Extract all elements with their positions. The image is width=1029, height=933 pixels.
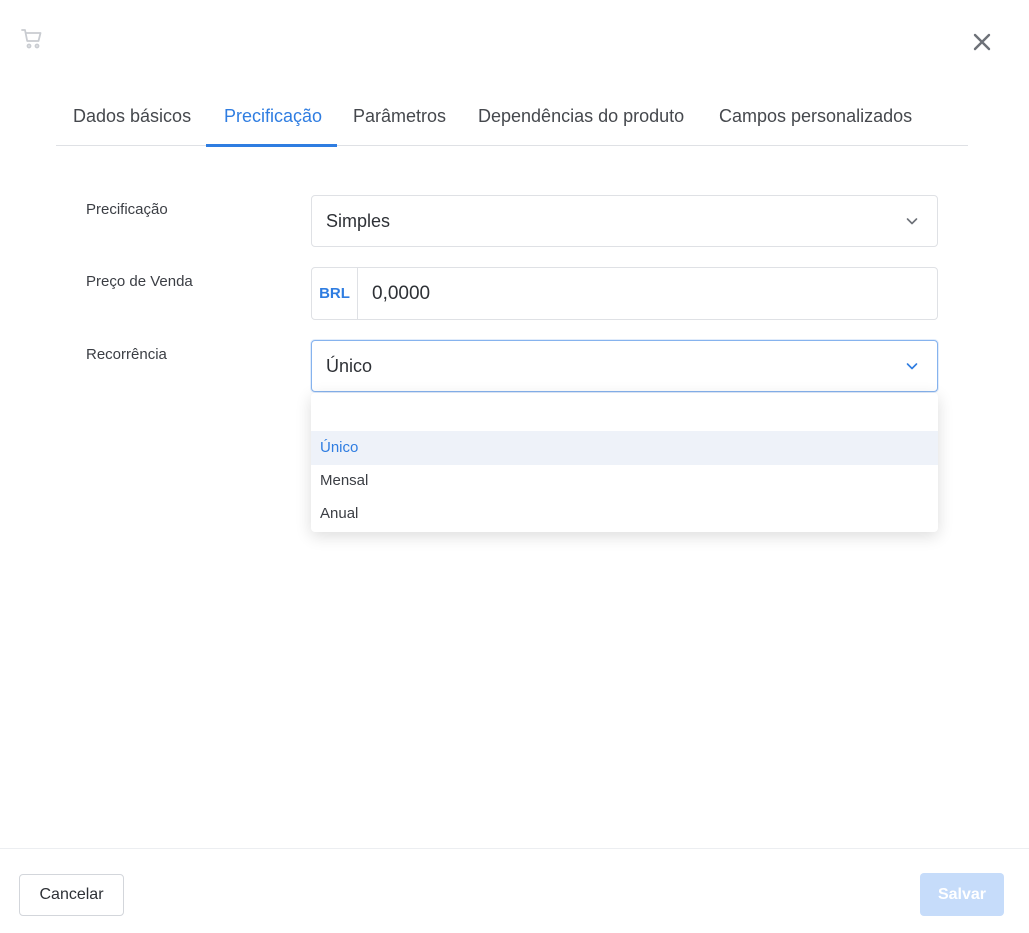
recurrence-select[interactable]: Único (311, 340, 938, 392)
pricing-select-value: Simples (326, 211, 391, 231)
footer-divider (0, 848, 1029, 933)
tab-dependencias-produto[interactable]: Dependências do produto (478, 92, 684, 146)
dropdown-option-unico[interactable]: Único (311, 431, 938, 465)
currency-prefix: BRL (312, 268, 358, 319)
tab-bar: Dados básicos Precificação Parâmetros De… (56, 92, 968, 147)
close-icon[interactable] (970, 30, 994, 54)
tab-precificacao[interactable]: Precificação (205, 92, 338, 147)
pricing-select[interactable]: Simples (311, 195, 938, 247)
chevron-down-icon (906, 218, 918, 225)
cancel-button[interactable]: Cancelar (19, 874, 124, 916)
recurrence-label: Recorrência (86, 346, 167, 363)
pricing-label: Precificação (86, 201, 168, 218)
tab-campos-personalizados[interactable]: Campos personalizados (719, 92, 912, 146)
cart-icon (21, 29, 42, 49)
price-input[interactable] (372, 268, 912, 319)
recurrence-dropdown: Único Mensal Anual (311, 393, 938, 532)
dropdown-option-mensal[interactable]: Mensal (311, 464, 938, 498)
price-label: Preço de Venda (86, 273, 193, 290)
chevron-down-icon (906, 363, 918, 370)
price-field: BRL (311, 267, 938, 320)
tab-dados-basicos[interactable]: Dados básicos (73, 92, 191, 146)
tab-parametros[interactable]: Parâmetros (353, 92, 446, 146)
recurrence-select-value: Único (326, 356, 373, 376)
dropdown-option-anual[interactable]: Anual (311, 497, 938, 531)
save-button[interactable]: Salvar (920, 873, 1004, 916)
